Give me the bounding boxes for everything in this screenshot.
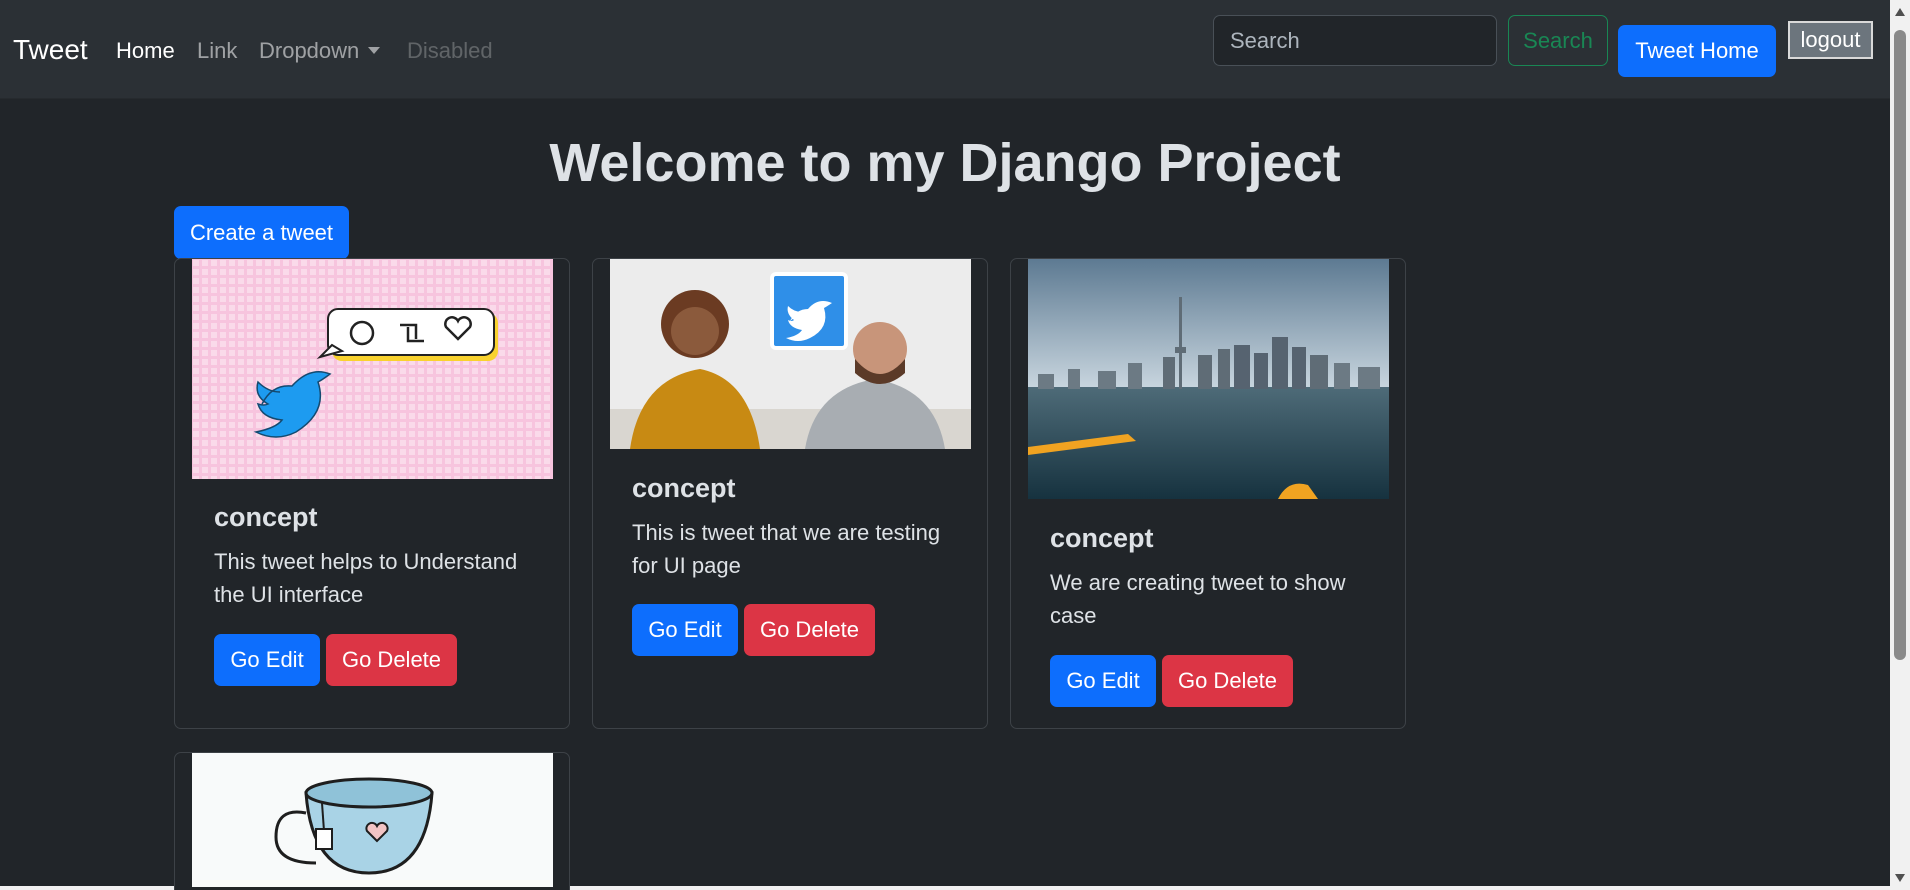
navbar: Tweet Home Link Dropdown Disabled Search… [0,0,1890,99]
tweet-card: concept We are creating tweet to show ca… [1010,258,1406,729]
card-text: This tweet helps to Understand the UI in… [214,549,518,607]
nav-dropdown-toggle[interactable]: Dropdown [259,38,381,64]
card-title: concept [214,502,318,532]
logout-button[interactable]: logout [1788,21,1873,59]
card-image-city-skyline [1028,259,1389,499]
card-title: concept [632,473,736,503]
scrollbar-thumb[interactable] [1894,30,1906,660]
scroll-up-arrow-icon[interactable] [1895,8,1905,16]
navbar-brand[interactable]: Tweet [13,34,88,66]
create-tweet-button[interactable]: Create a tweet [174,206,349,259]
nav-link-home[interactable]: Home [116,38,175,64]
tweet-home-button[interactable]: Tweet Home [1618,25,1776,77]
search-button[interactable]: Search [1508,15,1608,66]
caret-down-icon [368,47,381,54]
go-edit-button[interactable]: Go Edit [632,604,738,656]
go-delete-button[interactable]: Go Delete [744,604,875,656]
card-image-people-twitter-logo [610,259,971,449]
tweet-card: concept This tweet helps to Understand t… [174,258,570,729]
page-title: Welcome to my Django Project [549,133,1341,193]
card-image-twitter-bird [192,259,553,479]
tweet-card: concept This is tweet that we are testin… [592,258,988,729]
nav-link-link[interactable]: Link [197,38,237,64]
scrollbar[interactable] [1890,0,1910,890]
go-delete-button[interactable]: Go Delete [326,634,457,686]
tweet-card [174,752,570,890]
card-image-teacup [192,753,553,887]
go-edit-button[interactable]: Go Edit [214,634,320,686]
go-edit-button[interactable]: Go Edit [1050,655,1156,707]
search-input[interactable] [1213,15,1497,66]
card-text: We are creating tweet to show case [1050,570,1346,628]
scroll-down-arrow-icon[interactable] [1895,874,1905,882]
card-title: concept [1050,523,1154,553]
nav-link-disabled: Disabled [407,38,493,63]
nav-dropdown-label: Dropdown [259,38,360,63]
go-delete-button[interactable]: Go Delete [1162,655,1293,707]
card-text: This is tweet that we are testing for UI… [632,520,941,578]
